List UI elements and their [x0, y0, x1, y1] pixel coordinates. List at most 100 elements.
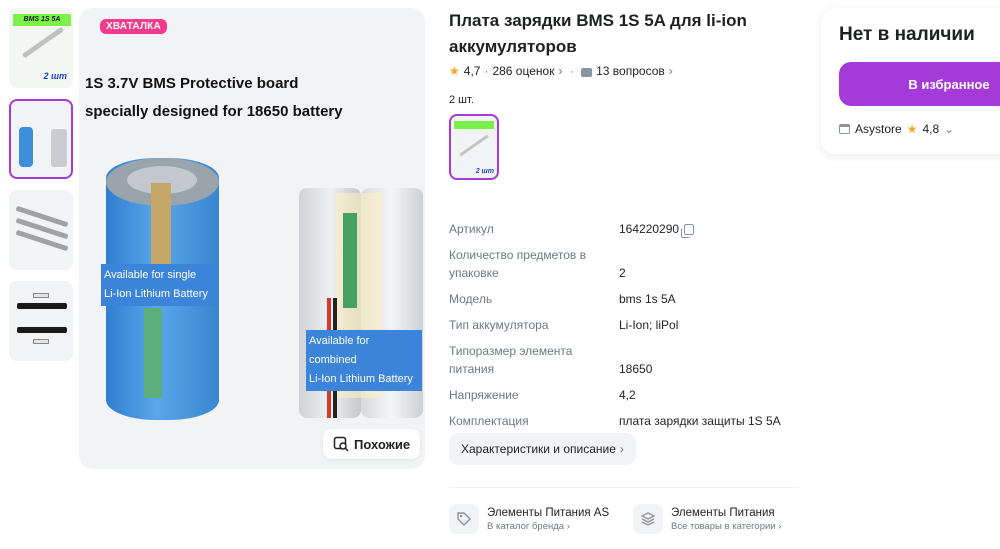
thumbnail-wire-image	[21, 26, 65, 59]
brand-subtitle-text: В каталог бренда	[487, 520, 565, 532]
spec-row: Напряжение 4,2	[449, 386, 809, 404]
spec-value: 164220290	[619, 220, 809, 238]
thumbnail-tag: BMS 1S 5A	[13, 14, 71, 26]
spec-row: Типоразмер элемента питания 18650	[449, 342, 809, 378]
spec-key: Модель	[449, 290, 619, 308]
seller-name: Asystore	[855, 122, 902, 136]
category-subtitle-text: Все товары в категории	[671, 520, 776, 532]
brand-links: Элементы Питания AS В каталог бренда › Э…	[449, 504, 809, 534]
spec-value: плата зарядки защиты 1S 5A	[619, 414, 781, 428]
similar-button[interactable]: Похожие	[323, 429, 421, 459]
thumbnail-battery-image-2	[51, 129, 67, 167]
category-title: Элементы Питания	[671, 506, 775, 519]
image-title-line-2: specially designed for 18650 battery	[85, 103, 343, 120]
brand-subtitle: В каталог бренда ›	[487, 520, 570, 532]
questions-link[interactable]: 13 вопросов	[596, 64, 665, 78]
caption-combined-line-1: Available for combined	[309, 335, 370, 366]
thumbnail-wire	[17, 327, 67, 333]
spec-value: bms 1s 5A	[619, 292, 676, 306]
article-number: 164220290	[619, 222, 680, 236]
thumbnail-3[interactable]	[9, 190, 73, 270]
thumbnail-2-selected[interactable]	[9, 99, 73, 179]
caption-combined-line-2: Li-Ion Lithium Battery	[309, 373, 413, 385]
promo-badge: ХВАТАЛКА	[100, 19, 167, 34]
characteristics-label: Характеристики и описание	[461, 442, 616, 456]
variant-option-selected[interactable]: 2 шт	[449, 114, 499, 180]
similar-search-icon	[333, 436, 349, 452]
spec-key: Тип аккумулятора	[449, 316, 619, 334]
purchase-card: Нет в наличии В избранное Asystore ★ 4,8…	[821, 8, 1000, 154]
spec-key-text: Модель	[449, 292, 497, 306]
shop-icon	[839, 124, 850, 134]
divider	[449, 487, 799, 488]
spec-key-text: Артикул	[449, 222, 498, 236]
reviews-link[interactable]: 286 оценок	[492, 64, 554, 78]
variant-wire-image	[459, 134, 489, 157]
spec-value: 2	[619, 266, 626, 280]
main-product-image[interactable]: ХВАТАЛКА 1S 3.7V BMS Protective board sp…	[79, 8, 425, 469]
category-link[interactable]: Элементы Питания Все товары в категории …	[633, 504, 803, 534]
variant-count: 2 шт	[475, 168, 494, 175]
specs-table: Артикул 164220290 Количество предметов в…	[449, 220, 809, 438]
spec-row: Комплектация плата зарядки защиты 1S 5A	[449, 412, 809, 430]
spec-row: Количество предметов в упаковке 2	[449, 246, 809, 282]
tag-icon	[449, 504, 479, 534]
brand-catalog-text: Элементы Питания AS В каталог бренда ›	[487, 507, 609, 532]
rating-dot: ·	[484, 64, 489, 78]
spec-key-text: Тип аккумулятора	[449, 318, 553, 332]
spec-key-text: Типоразмер элемента питания	[449, 344, 573, 376]
characteristics-button[interactable]: Характеристики и описание ›	[449, 433, 636, 465]
product-info: Плата зарядки BMS 1S 5A для li-ion аккум…	[449, 8, 809, 180]
thumbnail-battery-image	[19, 127, 33, 167]
spec-key-text: Напряжение	[449, 388, 523, 402]
similar-label: Похожие	[354, 436, 411, 452]
chevron-right-icon: ›	[668, 64, 673, 78]
spec-row: Модель bms 1s 5A	[449, 290, 809, 308]
caption-single-line-1: Available for single	[104, 269, 197, 281]
category-text: Элементы Питания Все товары в категории …	[671, 507, 781, 532]
spec-key-text: Комплектация	[449, 414, 533, 428]
chevron-down-icon: ⌄	[944, 122, 955, 136]
pack-label: 2 шт.	[449, 94, 474, 106]
separator-dot: ·	[566, 64, 578, 78]
seller-rating: 4,8	[922, 122, 940, 136]
thumbnail-1[interactable]: BMS 1S 5A 2 шт	[9, 8, 73, 88]
add-to-favorites-button[interactable]: В избранное	[839, 62, 1000, 106]
spec-row: Артикул 164220290	[449, 220, 809, 238]
spec-row: Тип аккумулятора Li-Ion; liPol	[449, 316, 809, 334]
copy-icon[interactable]	[681, 223, 695, 238]
thumbnail-wire	[17, 303, 67, 309]
seller-info[interactable]: Asystore ★ 4,8 ⌄	[839, 122, 954, 136]
brand-catalog-link[interactable]: Элементы Питания AS В каталог бренда ›	[449, 504, 619, 534]
variant-tag	[454, 121, 494, 129]
caption-combined: Available for combined Li-Ion Lithium Ba…	[306, 330, 422, 391]
layers-icon	[633, 504, 663, 534]
star-icon: ★	[449, 64, 460, 78]
image-title: 1S 3.7V BMS Protective board specially d…	[85, 70, 343, 126]
thumbnail-label	[33, 293, 49, 298]
spec-key: Комплектация	[449, 412, 619, 430]
spec-key: Типоразмер элемента питания	[449, 342, 619, 378]
availability-status: Нет в наличии	[839, 24, 975, 45]
spec-value: Li-Ion; liPol	[619, 318, 679, 332]
star-icon: ★	[906, 122, 918, 136]
spec-value: 4,2	[619, 388, 636, 402]
chevron-right-icon: ›	[558, 64, 563, 78]
rating-row: ★ 4,7 · 286 оценок › · 13 вопросов ›	[449, 64, 809, 78]
spec-value: 18650	[619, 362, 653, 376]
category-subtitle: Все товары в категории ›	[671, 520, 782, 532]
thumbnail-list: BMS 1S 5A 2 шт	[9, 8, 73, 372]
pcb-board-image-2	[343, 213, 357, 308]
caption-single-line-2: Li-Ion Lithium Battery	[104, 288, 208, 300]
thumbnail-4[interactable]	[9, 281, 73, 361]
caption-single: Available for single Li-Ion Lithium Batt…	[101, 264, 216, 306]
thumbnail-count: 2 шт	[43, 71, 67, 81]
spec-key-text: Количество предметов в упаковке	[449, 248, 587, 280]
pcb-board-image	[144, 308, 162, 398]
spec-key: Напряжение	[449, 386, 619, 404]
spec-key: Артикул	[449, 220, 619, 238]
product-title: Плата зарядки BMS 1S 5A для li-ion аккум…	[449, 11, 747, 56]
rating-value: 4,7	[463, 64, 481, 78]
chevron-right-icon: ›	[619, 442, 624, 456]
spec-key: Количество предметов в упаковке	[449, 246, 619, 282]
